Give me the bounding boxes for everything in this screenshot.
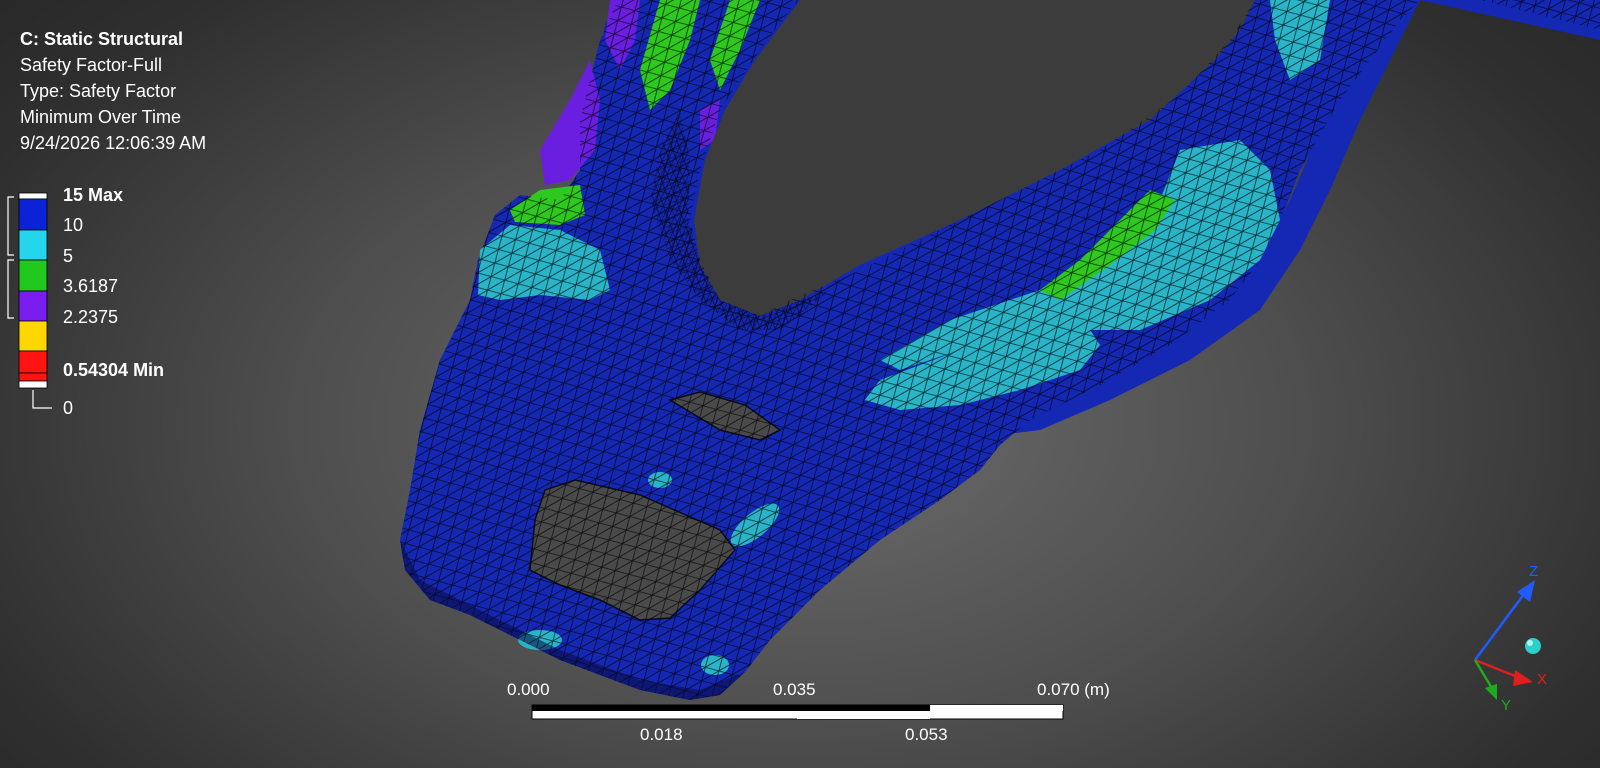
legend-swatch-red — [18, 350, 48, 374]
contour-legend[interactable]: 15 Max 10 5 3.6187 2.2375 0.54304 Min 0 — [0, 0, 260, 430]
legend-label-3-6187: 3.6187 — [63, 276, 119, 296]
x-axis-arrow — [1513, 670, 1533, 686]
z-axis-label: Z — [1529, 563, 1539, 580]
scale-label-070: 0.070 (m) — [1037, 680, 1110, 699]
x-axis-label: X — [1537, 671, 1548, 688]
legend-swatch-red-2 — [18, 372, 48, 382]
legend-cap — [18, 192, 48, 200]
legend-swatch-yellow — [18, 320, 48, 352]
legend-label-2-2375: 2.2375 — [63, 307, 119, 327]
legend-label-max: 15 Max — [63, 185, 124, 205]
y-axis-arrow — [1485, 684, 1497, 700]
legend-label-min: 0.54304 Min — [63, 360, 165, 380]
legend-swatch-white — [18, 380, 48, 389]
scale-label-0: 0.000 — [507, 680, 550, 699]
scale-segment-1 — [532, 705, 797, 711]
graphics-viewport[interactable]: C: Static Structural Safety Factor-Full … — [0, 0, 1600, 768]
coordinate-triad[interactable]: Z X Y — [1455, 560, 1575, 720]
legend-swatch-green — [18, 259, 48, 292]
z-axis-line — [1473, 589, 1529, 661]
scale-label-035: 0.035 — [773, 680, 816, 699]
iso-view-ball — [1525, 638, 1541, 654]
legend-swatch-blue — [18, 198, 48, 231]
legend-label-5: 5 — [63, 246, 74, 266]
legend-label-zero: 0 — [63, 398, 74, 418]
legend-swatch-purple — [18, 290, 48, 322]
legend-label-10: 10 — [63, 215, 84, 235]
legend-swatch-cyan — [18, 229, 48, 261]
y-axis-label: Y — [1501, 697, 1512, 714]
scale-segment-3 — [797, 705, 930, 711]
scale-label-018: 0.018 — [640, 725, 683, 744]
scale-label-053: 0.053 — [905, 725, 948, 744]
